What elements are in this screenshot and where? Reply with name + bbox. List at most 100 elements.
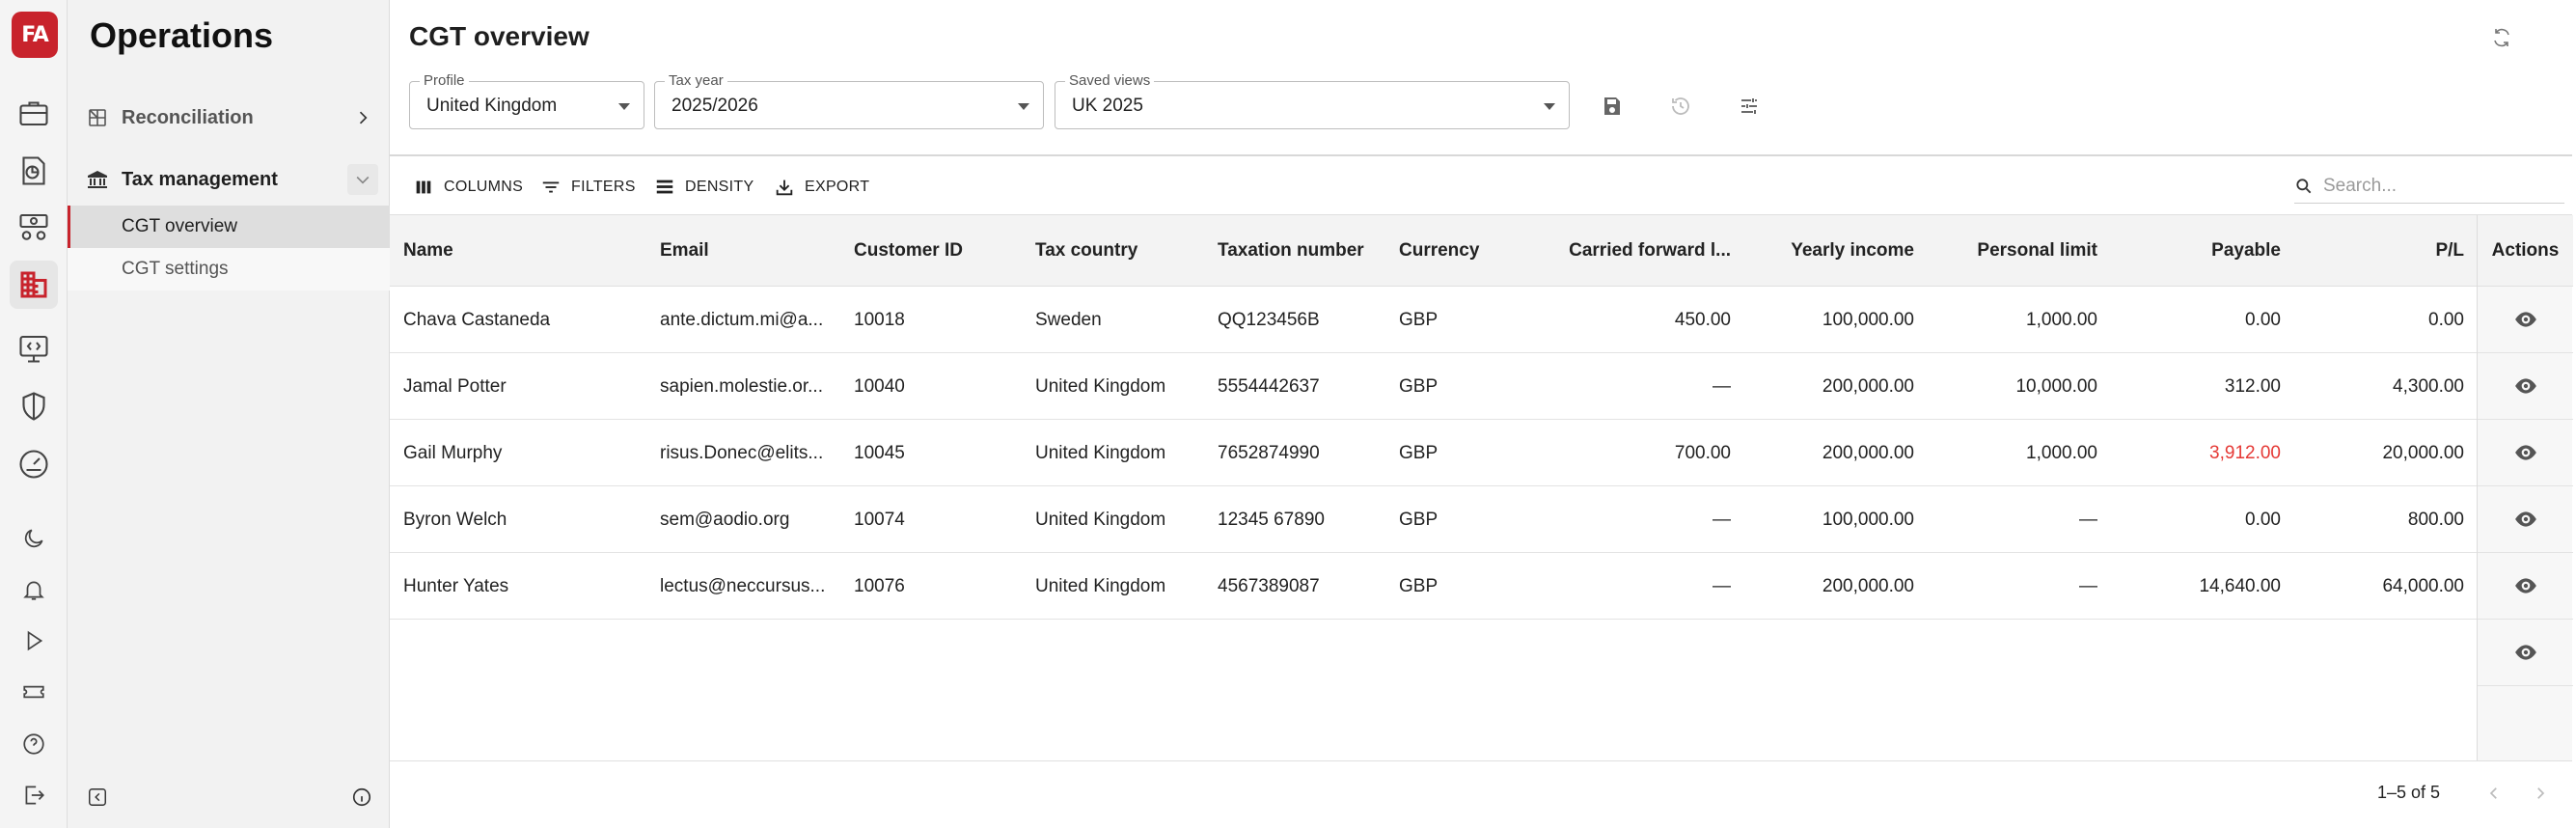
density-label: DENSITY	[685, 179, 754, 195]
cell-currency: GBP	[1399, 575, 1439, 596]
money-exchange-icon[interactable]	[10, 203, 58, 251]
play-icon[interactable]	[10, 617, 58, 665]
bank-icon	[83, 165, 112, 194]
column-header-yearly-income[interactable]: Yearly income	[1740, 215, 1914, 287]
sidebar-item-label: Tax management	[122, 168, 278, 190]
dropdown-arrow-icon	[618, 103, 630, 110]
logout-icon[interactable]	[10, 771, 58, 819]
view-eye-icon[interactable]	[2478, 553, 2573, 620]
sidebar-subitem-cgt-settings[interactable]: CGT settings	[68, 248, 390, 290]
column-header-tax-country[interactable]: Tax country	[1035, 215, 1199, 287]
tax-year-select[interactable]: Tax year 2025/2026	[654, 72, 1044, 129]
view-eye-icon[interactable]	[2478, 353, 2573, 420]
view-eye-icon[interactable]	[2478, 620, 2573, 686]
cell-taxation-number: 4567389087	[1218, 575, 1320, 596]
prev-page-icon[interactable]	[2481, 781, 2507, 806]
table-row[interactable]: Jamal Potter sapien.molestie.or... 10040…	[390, 353, 2572, 420]
profile-select[interactable]: Profile United Kingdom	[409, 72, 644, 129]
table-header: Name Email Customer ID Tax country Taxat…	[390, 215, 2572, 287]
table-row[interactable]: Gail Murphy risus.Donec@elits... 10045 U…	[390, 420, 2572, 486]
tax-year-label: Tax year	[665, 72, 727, 89]
tune-settings-icon[interactable]	[1732, 89, 1767, 124]
view-eye-icon[interactable]	[2478, 287, 2573, 353]
cell-currency: GBP	[1399, 309, 1439, 330]
ticket-icon[interactable]	[10, 668, 58, 716]
next-page-icon[interactable]	[2528, 781, 2553, 806]
help-icon[interactable]	[10, 720, 58, 768]
column-header-currency[interactable]: Currency	[1399, 215, 1524, 287]
columns-button[interactable]: COLUMNS	[413, 174, 523, 201]
tax-year-value: 2025/2026	[671, 96, 758, 116]
table-row[interactable]: Byron Welch sem@aodio.org 10074 United K…	[390, 486, 2572, 553]
cell-carried-forward: —	[1713, 575, 1731, 596]
sidebar: Operations Reconciliation Tax management…	[68, 0, 390, 828]
cell-currency: GBP	[1399, 509, 1439, 530]
building-icon[interactable]	[10, 261, 58, 309]
cell-payable: 14,640.00	[2199, 575, 2281, 596]
table-row[interactable]: Chava Castaneda ante.dictum.mi@a... 1001…	[390, 287, 2572, 353]
data-grid: Name Email Customer ID Tax country Taxat…	[390, 214, 2573, 761]
view-eye-icon[interactable]	[2478, 420, 2573, 486]
column-header-carried-forward[interactable]: Carried forward l...	[1538, 215, 1731, 287]
cell-currency: GBP	[1399, 442, 1439, 463]
columns-icon	[416, 180, 431, 194]
saved-views-select[interactable]: Saved views UK 2025	[1055, 72, 1570, 129]
cell-tax-country: Sweden	[1035, 309, 1102, 330]
column-header-customer-id[interactable]: Customer ID	[854, 215, 1018, 287]
briefcase-icon[interactable]	[10, 89, 58, 137]
history-icon[interactable]	[1663, 89, 1698, 124]
chevron-down-icon[interactable]	[347, 164, 378, 195]
cell-email: risus.Donec@elits...	[660, 442, 824, 463]
cell-personal-limit: —	[2079, 509, 2097, 530]
column-header-email[interactable]: Email	[660, 215, 834, 287]
cell-payable: 0.00	[2245, 509, 2281, 530]
sidebar-subitem-cgt-overview[interactable]: CGT overview	[68, 206, 390, 248]
download-icon	[776, 179, 793, 196]
page-title: CGT overview	[409, 21, 589, 51]
filters-button[interactable]: FILTERS	[540, 174, 636, 201]
app-logo[interactable]: FA	[12, 12, 58, 58]
export-button[interactable]: EXPORT	[774, 174, 869, 201]
saved-views-value: UK 2025	[1072, 96, 1143, 116]
collapse-sidebar-icon[interactable]	[84, 784, 111, 811]
bell-icon[interactable]	[10, 566, 58, 614]
density-button[interactable]: DENSITY	[654, 174, 754, 201]
column-header-pl[interactable]: P/L	[2290, 215, 2464, 287]
cell-personal-limit: 1,000.00	[2026, 442, 2097, 463]
cell-name: Byron Welch	[403, 509, 507, 530]
column-header-name[interactable]: Name	[403, 215, 635, 287]
cell-carried-forward: —	[1713, 375, 1731, 397]
shield-icon[interactable]	[10, 382, 58, 430]
table-row[interactable]: Hunter Yates lectus@neccursus... 10076 U…	[390, 553, 2572, 620]
sidebar-item-reconciliation[interactable]: Reconciliation	[68, 88, 390, 148]
cell-yearly-income: 200,000.00	[1822, 575, 1914, 596]
column-header-payable[interactable]: Payable	[2107, 215, 2281, 287]
chevron-right-icon[interactable]	[347, 102, 378, 133]
save-view-icon[interactable]	[1595, 89, 1630, 124]
refresh-icon[interactable]	[2487, 23, 2516, 52]
column-header-personal-limit[interactable]: Personal limit	[1924, 215, 2097, 287]
column-header-taxation-number[interactable]: Taxation number	[1218, 215, 1391, 287]
cell-pl: 4,300.00	[2393, 375, 2464, 397]
info-icon[interactable]	[348, 784, 375, 811]
cell-taxation-number: 7652874990	[1218, 442, 1320, 463]
cell-personal-limit: —	[2079, 575, 2097, 596]
view-eye-icon[interactable]	[2478, 486, 2573, 553]
sidebar-title: Operations	[90, 15, 274, 55]
cell-customer-id: 10045	[854, 442, 905, 463]
moon-icon[interactable]	[10, 514, 58, 563]
cell-currency: GBP	[1399, 375, 1439, 397]
sidebar-item-tax-management[interactable]: Tax management	[68, 150, 390, 209]
code-window-icon[interactable]	[10, 324, 58, 373]
pie-chart-report-icon[interactable]	[10, 147, 58, 195]
profile-value: United Kingdom	[426, 96, 558, 116]
search-box[interactable]	[2294, 169, 2564, 204]
cell-yearly-income: 100,000.00	[1822, 509, 1914, 530]
cell-tax-country: United Kingdom	[1035, 509, 1166, 530]
profile-label: Profile	[420, 72, 469, 89]
search-input[interactable]	[2323, 175, 2545, 197]
cell-yearly-income: 200,000.00	[1822, 442, 1914, 463]
cell-pl: 800.00	[2407, 509, 2464, 530]
cell-carried-forward: —	[1713, 509, 1731, 530]
gauge-icon[interactable]	[10, 440, 58, 488]
